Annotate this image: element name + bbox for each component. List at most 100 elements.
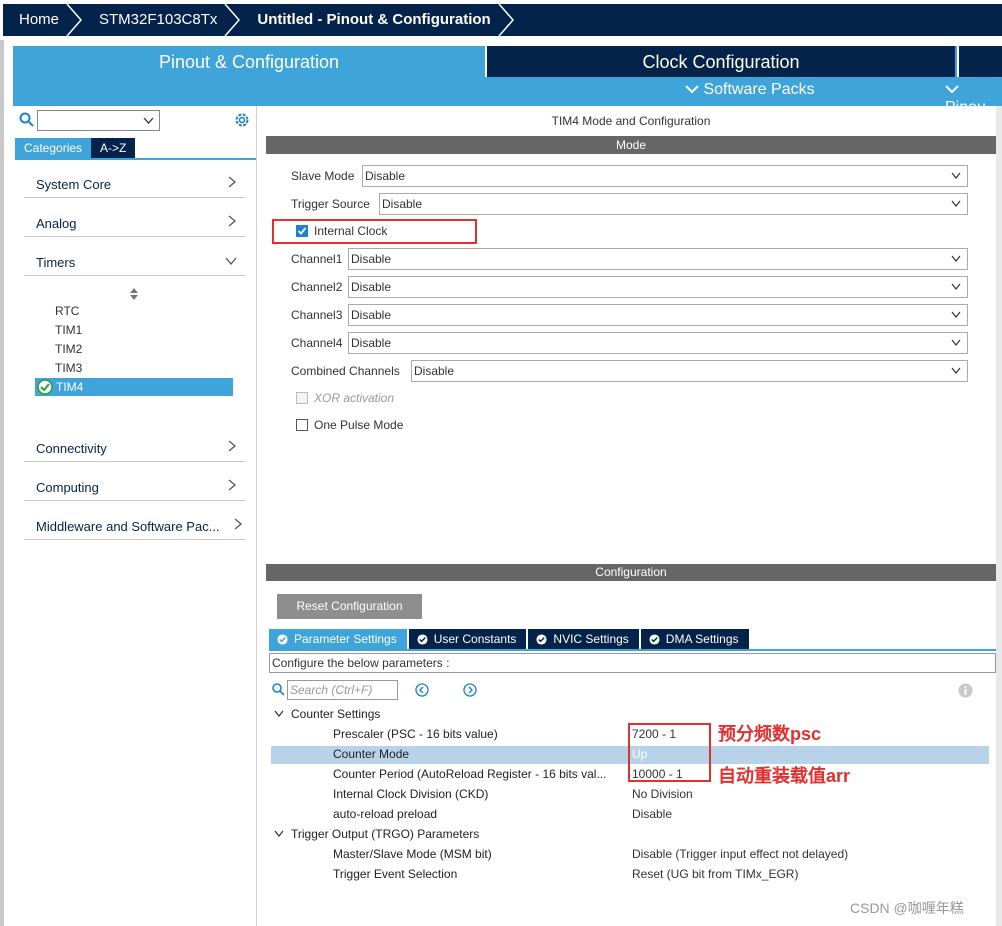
param-label: Master/Slave Mode (MSM bit) — [333, 847, 492, 861]
channel1-label: Channel1 — [291, 252, 343, 266]
category-panel: Categories A->Z System Core Analog Timer… — [13, 106, 257, 926]
trigger-source-select[interactable]: Disable — [379, 193, 968, 215]
tab-pinout-configuration[interactable]: Pinout & Configuration — [13, 46, 485, 77]
breadcrumb-home-label: Home — [19, 11, 60, 28]
annotation-arr: 自动重装载值arr — [718, 766, 851, 786]
annotation-psc: 预分频数psc — [718, 724, 822, 744]
annotation-box — [628, 723, 711, 782]
slave-mode-select[interactable]: Disable — [362, 165, 968, 187]
chevron-right-icon — [234, 518, 243, 530]
arrow-left-circle-icon[interactable] — [415, 683, 429, 697]
timer-tim4[interactable]: TIM4 — [35, 378, 233, 396]
tab-parameter-settings[interactable]: Parameter Settings — [269, 629, 407, 649]
tab-nvic-settings[interactable]: NVIC Settings — [528, 629, 639, 649]
chevron-right-icon — [224, 4, 241, 36]
combined-channels-value: Disable — [414, 364, 455, 378]
breadcrumb-device[interactable]: STM32F103C8Tx — [83, 4, 241, 36]
category-timers[interactable]: Timers — [24, 246, 245, 276]
chevron-right-icon — [228, 440, 237, 452]
chevron-right-icon — [228, 479, 237, 491]
chevron-right-icon — [228, 176, 237, 188]
channel3-label: Channel3 — [291, 308, 343, 322]
timer-tim2[interactable]: TIM2 — [55, 342, 82, 356]
mode-panel: TIM4 Mode and Configuration Mode Slave M… — [266, 106, 996, 556]
category-label: Timers — [36, 255, 76, 270]
timer-tim3[interactable]: TIM3 — [55, 361, 82, 375]
chevron-down-icon — [951, 172, 961, 179]
breadcrumb-device-label: STM32F103C8Tx — [99, 11, 218, 28]
divider — [15, 158, 256, 160]
one-pulse-mode-label: One Pulse Mode — [314, 418, 404, 432]
breadcrumb-home[interactable]: Home — [3, 4, 83, 36]
tab-label: NVIC Settings — [553, 632, 629, 646]
breadcrumb-project[interactable]: Untitled - Pinout & Configuration — [241, 4, 514, 36]
parameter-search-input[interactable]: Search (Ctrl+F) — [287, 680, 398, 700]
check-circle-icon — [37, 379, 53, 395]
category-system-core[interactable]: System Core — [24, 168, 245, 198]
auto-reload-preload-value[interactable]: Disable — [632, 807, 672, 821]
tab-a-z[interactable]: A->Z — [91, 138, 136, 158]
top-tabs: Pinout & Configuration Clock Configurati… — [13, 46, 1002, 116]
arrow-right-circle-icon[interactable] — [463, 683, 477, 697]
channel4-value: Disable — [351, 336, 392, 350]
one-pulse-mode-checkbox[interactable]: One Pulse Mode — [296, 414, 403, 436]
group-counter-settings: Counter Settings — [291, 707, 381, 721]
trigger-source-label: Trigger Source — [291, 197, 370, 211]
tab-user-constants[interactable]: User Constants — [408, 629, 527, 649]
channel1-select[interactable]: Disable — [348, 248, 968, 270]
tab-more[interactable] — [957, 46, 1002, 77]
scrollbar[interactable] — [996, 106, 1002, 926]
channel4-label: Channel4 — [291, 336, 343, 350]
tab-label: User Constants — [433, 632, 517, 646]
software-packs-label: Software Packs — [703, 81, 815, 98]
sort-icon[interactable] — [130, 288, 138, 300]
timer-tim1[interactable]: TIM1 — [55, 323, 82, 337]
gear-icon[interactable] — [233, 111, 251, 129]
tab-clock-configuration[interactable]: Clock Configuration — [485, 46, 955, 77]
category-connectivity[interactable]: Connectivity — [24, 432, 245, 462]
param-label: auto-reload preload — [333, 807, 438, 821]
trigger-event-value[interactable]: Reset (UG bit from TIMx_EGR) — [632, 867, 798, 881]
chevron-down-icon[interactable] — [274, 830, 284, 838]
chevron-down-icon — [945, 85, 959, 94]
highlight-box — [272, 219, 477, 244]
channel1-value: Disable — [351, 252, 392, 266]
channel3-select[interactable]: Disable — [348, 304, 968, 326]
chevron-right-icon — [66, 4, 83, 36]
configuration-header: Configuration — [266, 564, 996, 581]
tab-categories[interactable]: Categories — [15, 138, 92, 158]
chevron-right-icon — [228, 215, 237, 227]
timer-rtc[interactable]: RTC — [55, 304, 79, 318]
channel2-select[interactable]: Disable — [348, 276, 968, 298]
chevron-down-icon — [951, 311, 961, 318]
param-label: Trigger Event Selection — [333, 867, 458, 881]
reset-configuration-button[interactable]: Reset Configuration — [277, 594, 422, 619]
trigger-source-value: Disable — [382, 197, 423, 211]
channel3-value: Disable — [351, 308, 392, 322]
clock-division-value[interactable]: No Division — [632, 787, 693, 801]
category-label: Analog — [36, 216, 77, 231]
tab-dma-settings[interactable]: DMA Settings — [640, 629, 749, 649]
category-search-input[interactable] — [37, 110, 160, 131]
msm-value[interactable]: Disable (Trigger input effect not delaye… — [632, 847, 848, 861]
channel2-label: Channel2 — [291, 280, 343, 294]
mode-header: Mode — [266, 136, 996, 154]
category-analog[interactable]: Analog — [24, 207, 245, 237]
channel2-value: Disable — [351, 280, 392, 294]
checkbox-disabled — [296, 392, 308, 404]
chevron-down-icon — [951, 283, 961, 290]
breadcrumb-project-label: Untitled - Pinout & Configuration — [257, 11, 491, 28]
category-computing[interactable]: Computing — [24, 471, 245, 501]
category-label: Middleware and Software Pac... — [36, 519, 220, 534]
chevron-down-icon — [225, 257, 237, 266]
chevron-down-icon[interactable] — [274, 710, 284, 718]
param-label: Counter Mode — [333, 747, 410, 761]
info-icon[interactable] — [958, 683, 973, 698]
param-label: Internal Clock Division (CKD) — [333, 787, 489, 801]
combined-channels-select[interactable]: Disable — [411, 360, 968, 382]
configure-note: Configure the below parameters : — [269, 653, 996, 673]
category-middleware[interactable]: Middleware and Software Pac... — [24, 510, 245, 540]
software-packs-menu[interactable]: Software Packs — [685, 81, 815, 99]
channel4-select[interactable]: Disable — [348, 332, 968, 354]
chevron-down-icon — [951, 339, 961, 346]
